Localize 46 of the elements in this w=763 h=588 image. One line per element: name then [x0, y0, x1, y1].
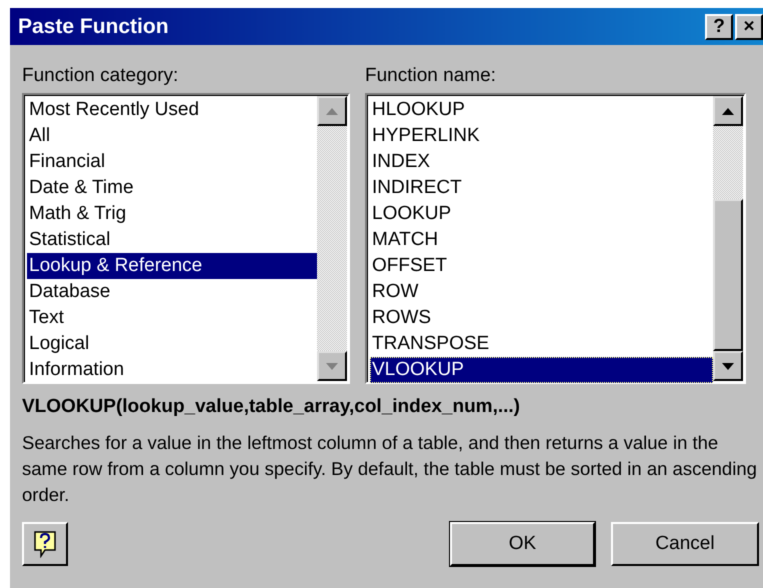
scroll-down-button[interactable] — [713, 351, 743, 381]
scroll-down-icon — [326, 362, 338, 370]
list-item[interactable]: ROW — [370, 279, 713, 305]
ok-button[interactable]: OK — [450, 522, 595, 566]
list-item[interactable]: INDEX — [370, 149, 713, 175]
function-description: Searches for a value in the leftmost column of a table, and then returns a value in the same row from a column you specify. By default, the table must be sorted in an ascending order. — [22, 431, 757, 507]
list-item[interactable]: Most Recently Used — [27, 97, 317, 123]
list-item[interactable]: Lookup & Reference — [27, 253, 317, 279]
cancel-button[interactable]: Cancel — [611, 522, 759, 566]
scroll-thumb[interactable] — [713, 199, 743, 351]
list-label: Function category: — [22, 65, 180, 87]
list-item[interactable]: Text — [27, 305, 317, 331]
list-item[interactable]: INDIRECT — [370, 175, 713, 201]
list-item[interactable]: OFFSET — [370, 253, 713, 279]
scroll-up-icon — [722, 108, 734, 114]
scroll-up-icon — [326, 108, 338, 114]
list-item[interactable]: Information — [27, 357, 317, 383]
list-item[interactable]: Math & Trig — [27, 201, 317, 227]
list-item[interactable]: All — [27, 123, 317, 149]
list-item[interactable]: VLOOKUP — [370, 357, 713, 383]
window-title: Paste Function — [18, 14, 169, 38]
list-item[interactable]: ROWS — [370, 305, 713, 331]
help-button[interactable]: ? — [705, 14, 733, 40]
list-item[interactable]: HYPERLINK — [370, 123, 713, 149]
function-syntax: VLOOKUP(lookup_value,table_array,col_index_num,...) — [22, 396, 522, 418]
list-item[interactable]: TRANSPOSE — [370, 331, 713, 357]
scroll-up-button[interactable] — [713, 96, 743, 126]
list-item[interactable]: LOOKUP — [370, 201, 713, 227]
list-item[interactable]: Logical — [27, 331, 317, 357]
list-item[interactable]: HLOOKUP — [370, 97, 713, 123]
close-button[interactable]: × — [735, 14, 763, 40]
help-bubble-icon — [33, 530, 57, 558]
list-label: Function name: — [365, 65, 497, 87]
list-box[interactable]: HLOOKUP HYPERLINK INDEX INDIRECT LOOKUP MATCH OFFSET ROW ROWS TRANSPOSE VLOOKUP — [365, 93, 746, 384]
office-assistant-button[interactable] — [22, 522, 68, 566]
scroll-bar[interactable] — [713, 96, 743, 381]
list-item[interactable]: Database — [27, 279, 317, 305]
list-item[interactable]: Date & Time — [27, 175, 317, 201]
scroll-bar[interactable] — [317, 96, 347, 381]
list-item[interactable]: Statistical — [27, 227, 317, 253]
list-item[interactable]: MATCH — [370, 227, 713, 253]
scroll-up-button[interactable] — [317, 96, 347, 126]
scroll-down-icon — [722, 362, 734, 370]
scroll-down-button[interactable] — [317, 351, 347, 381]
list-item[interactable]: Financial — [27, 149, 317, 175]
list-box[interactable]: Most Recently Used All Financial Date & Time Math & Trig Statistical Lookup & Reference Database Text Logical Information — [22, 93, 350, 384]
